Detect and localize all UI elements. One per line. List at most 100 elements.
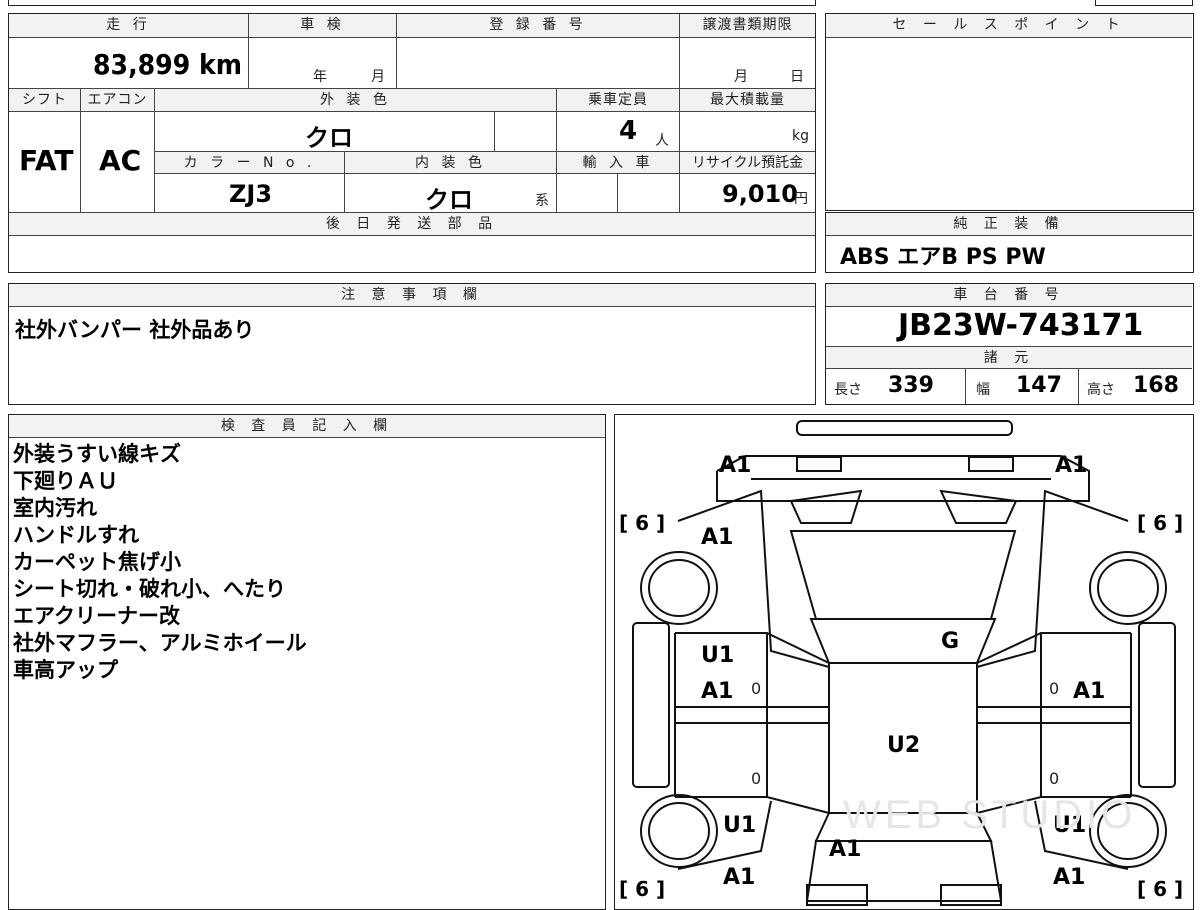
exterior-color-value: クロ (305, 124, 353, 152)
spec-length-value: 339 (888, 373, 934, 398)
max-load-label: 最大積載量 (680, 89, 815, 112)
inspection-cell: 年 月 (249, 38, 397, 88)
spec-length-cell: 長さ 339 (826, 369, 966, 404)
watermark: WEB STUDIO (843, 793, 1137, 837)
mileage-value: 83,899 km (93, 48, 242, 81)
recycle-label: リサイクル預託金 (680, 152, 815, 174)
chassis-box: 車 台 番 号 JB23W-743171 諸 元 長さ 339 幅 147 高さ… (825, 283, 1194, 405)
transfer-day-unit: 日 (790, 69, 804, 85)
spec-height-label: 高さ (1087, 382, 1115, 398)
diagram-mark-door-fl: 0 (751, 679, 762, 698)
diagram-label-windshield: G (941, 629, 960, 654)
interior-color-suffix: 系 (535, 193, 549, 209)
diagram-tire-fl: [ 6 ] (619, 511, 666, 535)
recycle-cell: 9,010 円 (680, 174, 815, 212)
inspection-label: 車 検 (249, 14, 397, 38)
registration-cell (397, 38, 680, 88)
inspector-item: 外装うすい線キズ (13, 442, 181, 466)
caution-box: 注 意 事 項 欄 社外バンパー 社外品あり (8, 283, 816, 405)
caution-label: 注 意 事 項 欄 (9, 284, 815, 307)
mileage-cell: 83,899 km (9, 38, 249, 88)
exterior-color-cell: クロ (155, 112, 495, 152)
aircon-cell: AC (81, 112, 155, 212)
diagram-mark-door-fr: 0 (1049, 679, 1060, 698)
diagram-label-roof: U2 (887, 733, 921, 758)
damage-diagram-box: A1 A1 A1 [ 6 ] [ 6 ] G U1 A1 0 0 A1 U2 0… (614, 414, 1194, 910)
inspector-item: 室内汚れ (13, 496, 97, 520)
genuine-equipment-box: 純 正 装 備 ABS エアB PS PW (825, 212, 1194, 273)
diagram-tire-fr: [ 6 ] (1137, 511, 1184, 535)
inspector-item: 車高アップ (13, 658, 118, 682)
inspection-year-unit: 年 (313, 69, 327, 85)
import-cell-b (618, 174, 680, 212)
interior-color-value: クロ (425, 186, 473, 214)
import-cell-a (557, 174, 618, 212)
transfer-deadline-label: 譲渡書類期限 (680, 14, 815, 38)
exterior-color-label: 外 装 色 (155, 89, 557, 112)
diagram-tire-rr: [ 6 ] (1137, 877, 1184, 901)
diagram-mark-door-rl: 0 (751, 769, 762, 788)
max-load-unit: kg (792, 128, 809, 144)
exterior-color-extra (495, 112, 557, 151)
diagram-label-front-left: A1 (719, 453, 752, 478)
spec-length-label: 長さ (834, 382, 862, 398)
inspector-label: 検 査 員 記 入 欄 (9, 415, 605, 438)
inspection-month-unit: 月 (371, 69, 385, 85)
recycle-unit: 円 (794, 191, 808, 207)
color-no-label: カ ラ ー N o . (155, 152, 345, 174)
mileage-label: 走 行 (9, 14, 249, 38)
vehicle-info-box: 走 行 車 検 登 録 番 号 譲渡書類期限 83,899 km 年 月 月 日… (8, 13, 816, 273)
chassis-label: 車 台 番 号 (826, 284, 1192, 307)
inspector-item: ハンドルすれ (13, 523, 139, 547)
diagram-label-rear-left-1: U1 (723, 813, 757, 838)
inspector-item: シート切れ・破れ小、へたり (13, 577, 286, 601)
spec-width-label: 幅 (976, 382, 990, 398)
inspector-box: 検 査 員 記 入 欄 外装うすい線キズ 下廻りＡＵ 室内汚れ ハンドルすれ カ… (8, 414, 606, 910)
aircon-value: AC (99, 144, 142, 177)
recycle-value: 9,010 (722, 180, 798, 208)
capacity-unit: 人 (655, 133, 669, 149)
inspector-item: 社外マフラー、アルミホイール (13, 631, 307, 655)
diagram-label-front-right: A1 (1055, 453, 1088, 478)
inspector-list: 外装うすい線キズ 下廻りＡＵ 室内汚れ ハンドルすれ カーペット焦げ小 シート切… (13, 441, 307, 684)
capacity-label: 乗車定員 (557, 89, 680, 112)
inspector-item: カーペット焦げ小 (13, 550, 181, 574)
color-no-cell: ZJ3 (155, 174, 345, 212)
later-parts-label: 後 日 発 送 部 品 (9, 213, 815, 236)
chassis-value: JB23W-743171 (898, 308, 1144, 343)
capacity-value: 4 (619, 116, 638, 146)
sales-point-label: セ ー ル ス ポ イ ン ト (826, 14, 1192, 38)
diagram-label-fender-left: A1 (701, 525, 734, 550)
caution-value: 社外バンパー 社外品あり (15, 318, 255, 342)
shift-label: シフト (9, 89, 81, 112)
sales-point-box: セ ー ル ス ポ イ ン ト (825, 13, 1194, 211)
interior-color-label: 内 装 色 (345, 152, 557, 174)
aircon-label: エアコン (81, 89, 155, 112)
diagram-mark-door-rr: 0 (1049, 769, 1060, 788)
inspector-item: エアクリーナー改 (13, 604, 180, 628)
shift-cell: FAT (9, 112, 81, 212)
diagram-tire-rl: [ 6 ] (619, 877, 666, 901)
diagram-label-rear-left-2: A1 (723, 865, 756, 890)
genuine-equipment-value: ABS エアB PS PW (840, 245, 1046, 270)
inspector-item: 下廻りＡＵ (13, 469, 118, 493)
interior-color-cell: クロ 系 (345, 174, 557, 214)
top-strip (8, 0, 816, 6)
top-strip-right (1095, 0, 1193, 6)
registration-label: 登 録 番 号 (397, 14, 680, 38)
spec-width-cell: 幅 147 (966, 369, 1079, 404)
capacity-cell: 4 人 (557, 112, 680, 151)
max-load-cell: kg (680, 112, 815, 151)
transfer-month-unit: 月 (734, 69, 748, 85)
spec-width-value: 147 (1016, 373, 1062, 398)
color-no-value: ZJ3 (229, 180, 273, 208)
diagram-label-rear-right-2: A1 (1053, 865, 1086, 890)
diagram-label-rear-center: A1 (829, 837, 862, 862)
diagram-label-door-fl-1: U1 (701, 643, 735, 668)
spec-height-cell: 高さ 168 (1079, 369, 1192, 404)
shift-value: FAT (19, 144, 74, 177)
diagram-label-door-fl-2: A1 (701, 679, 734, 704)
spec-height-value: 168 (1133, 373, 1179, 398)
transfer-deadline-cell: 月 日 (680, 38, 815, 88)
diagram-label-door-fr: A1 (1073, 679, 1106, 704)
